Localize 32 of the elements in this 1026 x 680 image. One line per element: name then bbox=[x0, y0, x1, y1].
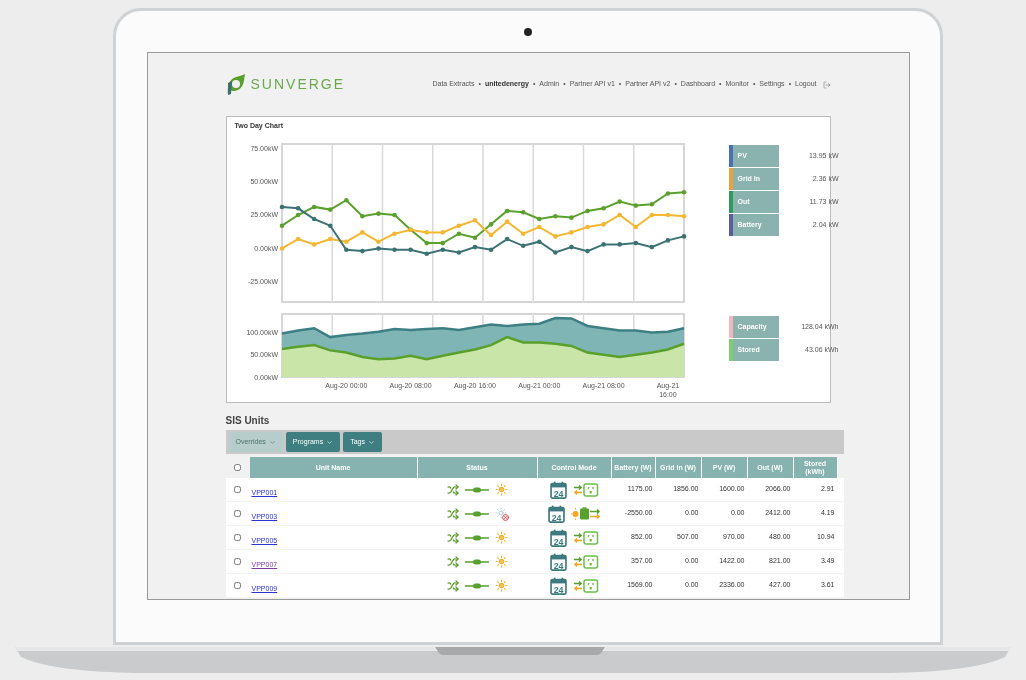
connector-icon bbox=[465, 486, 489, 493]
row-checkbox[interactable] bbox=[234, 486, 241, 493]
logo-text: SUNVERGE bbox=[250, 75, 346, 94]
connector-icon bbox=[464, 510, 489, 517]
row-checkbox[interactable] bbox=[234, 582, 241, 589]
shuffle-icon bbox=[447, 531, 459, 544]
row-checkbox[interactable] bbox=[234, 558, 241, 565]
power-outlet-icon bbox=[573, 578, 599, 593]
sun-battery-icon bbox=[571, 506, 601, 521]
calendar-icon: 24 bbox=[550, 576, 567, 595]
caret-icon bbox=[326, 438, 334, 446]
shuffle-icon bbox=[447, 555, 459, 568]
row-checkbox[interactable] bbox=[234, 510, 241, 517]
caret-icon bbox=[268, 438, 276, 446]
connector-icon bbox=[465, 582, 489, 589]
calendar-icon: 24 bbox=[548, 504, 565, 523]
select-all-checkbox[interactable] bbox=[234, 464, 241, 471]
shuffle-icon bbox=[447, 483, 459, 496]
caret-icon bbox=[368, 438, 375, 446]
leaf-logo-icon bbox=[225, 73, 246, 96]
connector-icon bbox=[465, 558, 489, 565]
shuffle-icon bbox=[447, 579, 459, 592]
section-title: SIS Units bbox=[225, 413, 270, 428]
calendar-icon: 24 bbox=[550, 480, 567, 499]
calendar-icon: 24 bbox=[550, 528, 567, 547]
calendar-icon: 24 bbox=[550, 552, 567, 571]
power-outlet-icon bbox=[573, 482, 599, 497]
connector-icon bbox=[465, 534, 489, 541]
power-outlet-icon bbox=[573, 554, 599, 569]
shuffle-icon bbox=[446, 507, 459, 520]
row-checkbox[interactable] bbox=[234, 534, 241, 541]
power-outlet-icon bbox=[573, 530, 599, 545]
